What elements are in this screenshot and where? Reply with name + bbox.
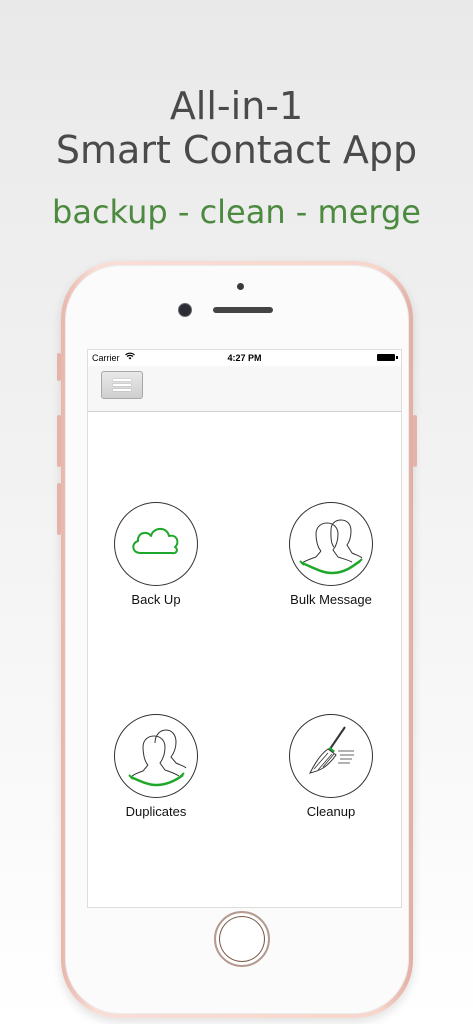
tagline: backup - clean - merge (52, 193, 421, 231)
home-button[interactable] (214, 911, 270, 967)
headline-line-1: All-in-1 (169, 84, 304, 128)
broom-icon (309, 726, 354, 774)
duplicates-button[interactable] (114, 714, 198, 798)
cleanup-label: Cleanup (306, 804, 356, 819)
hamburger-menu-icon[interactable] (101, 371, 143, 399)
duplicate-person-icon (128, 729, 187, 787)
battery-icon (377, 354, 398, 361)
cleanup-tile[interactable]: Cleanup (271, 714, 391, 819)
volume-up-button (57, 415, 61, 467)
phone-face: Carrier 4:27 PM Back Up Bulk Message Dup… (65, 265, 409, 1014)
volume-down-button (57, 483, 61, 535)
bulk-message-button[interactable] (289, 502, 373, 586)
cloud-icon (132, 527, 179, 555)
phone-frame: Carrier 4:27 PM Back Up Bulk Message Dup… (57, 261, 417, 1018)
bulk-message-tile[interactable]: Bulk Message (271, 502, 391, 607)
front-camera (178, 303, 192, 317)
duplicates-tile[interactable]: Duplicates (96, 714, 216, 819)
group-icon (299, 519, 363, 575)
proximity-sensor (237, 283, 244, 290)
backup-tile[interactable]: Back Up (96, 502, 216, 607)
cleanup-button[interactable] (289, 714, 373, 798)
headline-line-2: Smart Contact App (55, 128, 418, 172)
status-time: 4:27 PM (227, 353, 262, 363)
status-bar: Carrier 4:27 PM (88, 350, 401, 366)
navigation-bar (88, 366, 401, 412)
backup-button[interactable] (114, 502, 198, 586)
earpiece-speaker (213, 307, 273, 313)
power-button (413, 415, 417, 467)
mute-switch (57, 353, 61, 381)
bulk-message-label: Bulk Message (290, 592, 372, 607)
backup-label: Back Up (131, 592, 181, 607)
headline: All-in-1 Smart Contact App (0, 84, 473, 172)
app-screen: Carrier 4:27 PM Back Up Bulk Message Dup… (87, 349, 402, 908)
duplicates-label: Duplicates (125, 804, 187, 819)
